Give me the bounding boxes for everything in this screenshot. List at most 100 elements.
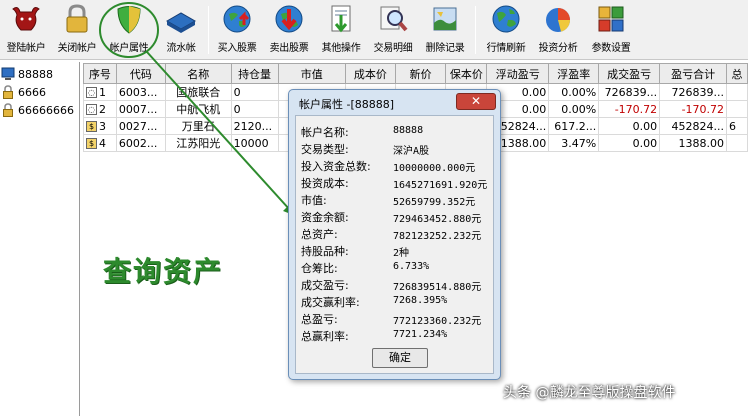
trade-details-label: 交易明细 <box>373 43 413 54</box>
sell-stock-label: 卖出股票 <box>269 43 309 54</box>
sell-stock-button[interactable]: 卖出股票 <box>264 3 314 57</box>
investment-analysis-button[interactable]: 投资分析 <box>533 3 583 57</box>
ledger-book-icon <box>165 12 197 33</box>
pie-chart-icon <box>546 8 570 32</box>
parameter-settings-label: 参数设置 <box>591 43 631 54</box>
close-account-button[interactable]: 关闭帐户 <box>52 3 102 57</box>
code-cell: 0027... <box>115 117 166 135</box>
float-rate-cell: 3.47% <box>548 134 600 152</box>
tree-item-account[interactable]: 88888 <box>0 66 80 84</box>
ok-button[interactable]: 确定 <box>372 348 428 368</box>
row-status-icon: $ <box>86 138 97 149</box>
other-operations-button[interactable]: 其他操作 <box>316 3 366 57</box>
document-arrow-icon <box>331 5 351 33</box>
monitor-icon <box>1 67 15 80</box>
column-header[interactable]: 总 <box>726 63 748 84</box>
globe-up-arrow-icon <box>223 5 251 33</box>
column-header[interactable]: 浮动盈亏 <box>486 63 550 84</box>
login-account-button[interactable]: 登陆帐户 <box>1 3 51 57</box>
code-cell: 0007... <box>115 100 166 118</box>
total-pl-cell: 726839... <box>659 83 728 101</box>
watermark-text: 头条 @麟龙至尊版操盘软件 <box>503 385 676 401</box>
name-cell: 国旅联合 <box>164 83 232 101</box>
column-header[interactable]: 名称 <box>164 63 232 84</box>
account-tree: 88888 6666 66666666 <box>0 62 80 416</box>
trade-details-button[interactable]: 交易明细 <box>368 3 418 57</box>
refresh-quotes-button[interactable]: 行情刷新 <box>481 3 531 57</box>
globe-refresh-icon <box>492 5 520 33</box>
column-header[interactable]: 成交盈亏 <box>598 63 661 84</box>
padlock-icon <box>3 85 13 99</box>
position-cell: 2120... <box>230 117 279 135</box>
column-header[interactable]: 成本价 <box>344 63 396 84</box>
bull-icon <box>12 7 40 31</box>
column-header[interactable]: 浮盈率 <box>548 63 600 84</box>
toolbar-separator <box>475 6 476 54</box>
total-pl-cell: 452824... <box>659 117 728 135</box>
code-cell: 6002... <box>115 134 166 152</box>
query-assets-caption: 查询资产 <box>103 255 224 288</box>
column-header[interactable]: 新价 <box>394 63 447 84</box>
tree-item-account[interactable]: 6666 <box>0 84 80 102</box>
settings-blocks-icon <box>598 6 624 32</box>
dialog-title: 帐户属性 -[88888] <box>299 98 395 111</box>
row-index-cell: $3 <box>83 117 117 135</box>
column-header[interactable]: 代码 <box>115 63 166 84</box>
column-header[interactable]: 持仓量 <box>230 63 279 84</box>
float-rate-cell: 617.2... <box>548 117 600 135</box>
toolbar-separator <box>208 6 209 54</box>
table-header-row: 序号 代码 名称 持仓量 市值 成本价 新价 保本价 浮动盈亏 浮盈率 成交盈亏… <box>83 63 748 84</box>
column-header[interactable]: 盈亏合计 <box>659 63 728 84</box>
tree-item-label: 66666666 <box>18 104 74 117</box>
account-properties-button[interactable]: 帐户属性 <box>104 3 154 57</box>
tree-item-account[interactable]: 66666666 <box>0 102 80 120</box>
padlock-icon <box>3 103 13 117</box>
buy-stock-button[interactable]: 买入股票 <box>212 3 262 57</box>
parameter-settings-button[interactable]: 参数设置 <box>586 3 636 57</box>
row-status-icon: $ <box>86 121 97 132</box>
ledger-button[interactable]: 流水帐 <box>156 3 206 57</box>
investment-analysis-label: 投资分析 <box>538 43 578 54</box>
padlock-icon <box>66 4 88 33</box>
position-cell: 10000 <box>230 134 279 152</box>
row-status-icon: ◌ <box>86 87 97 98</box>
row-index-cell: ◌ 1 <box>83 83 117 101</box>
column-header[interactable]: 序号 <box>83 63 117 84</box>
code-cell: 6003... <box>115 83 166 101</box>
column-header[interactable]: 市值 <box>277 63 346 84</box>
total-pl-cell: -170.72 <box>659 100 728 118</box>
ledger-label: 流水帐 <box>166 43 196 54</box>
position-cell: 0 <box>230 83 279 101</box>
trade-pl-cell: 0.00 <box>598 134 661 152</box>
shield-icon <box>117 6 141 34</box>
float-rate-cell: 0.00% <box>548 100 600 118</box>
position-cell: 0 <box>230 100 279 118</box>
tree-item-label: 88888 <box>18 68 53 81</box>
float-rate-cell: 0.00% <box>548 83 600 101</box>
delete-record-button[interactable]: 删除记录 <box>420 3 470 57</box>
name-cell: 万里石 <box>164 117 232 135</box>
globe-down-arrow-icon <box>275 5 303 33</box>
tree-item-label: 6666 <box>18 86 46 99</box>
main-toolbar: 登陆帐户 关闭帐户 帐户属性 流水帐 买入股票 卖出股票 其他操作 交易明细 删… <box>0 0 748 60</box>
dialog-close-button[interactable]: ✕ <box>456 93 496 110</box>
close-account-label: 关闭帐户 <box>57 43 97 54</box>
total-pl-cell: 1388.00 <box>659 134 728 152</box>
total-cell <box>726 100 748 118</box>
name-cell: 中航飞机 <box>164 100 232 118</box>
total-cell <box>726 134 748 152</box>
column-header[interactable]: 保本价 <box>445 63 488 84</box>
delete-record-label: 删除记录 <box>425 43 465 54</box>
row-status-icon: ◌ <box>86 104 97 115</box>
login-account-label: 登陆帐户 <box>6 43 46 54</box>
total-cell: 6 <box>726 117 748 135</box>
trade-pl-cell: 726839... <box>598 83 661 101</box>
dialog-body: 帐户名称: 88888 交易类型: 深沪A股 投入资金总数: 10000000.000… <box>295 115 494 374</box>
total-cell <box>726 83 748 101</box>
row-index-cell: $4 <box>83 134 117 152</box>
other-operations-label: 其他操作 <box>321 43 361 54</box>
account-properties-dialog: 帐户属性 -[88888] ✕ 帐户名称: 88888 交易类型: 深沪A股 投入资… <box>288 89 501 380</box>
trade-pl-cell: 0.00 <box>598 117 661 135</box>
trade-pl-cell: -170.72 <box>598 100 661 118</box>
buy-stock-label: 买入股票 <box>217 43 257 54</box>
